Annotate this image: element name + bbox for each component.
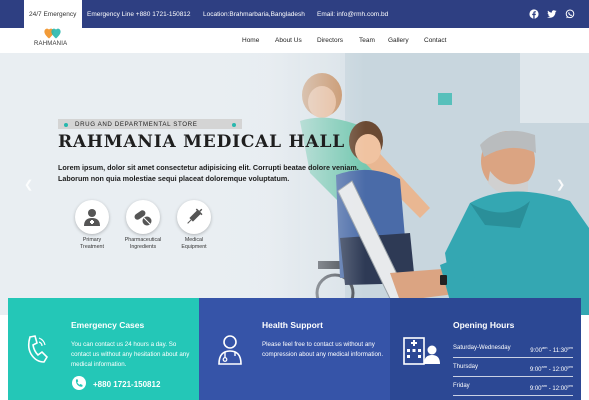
pills-icon <box>134 210 152 226</box>
hero-photo <box>0 53 589 315</box>
feature-label: Equipment <box>181 243 207 250</box>
feature-label: Pharmaceutical <box>124 237 162 243</box>
time-open: 9:00 <box>529 367 542 373</box>
feature-label: Medical <box>184 237 204 243</box>
hours-time: 9:00am - 11:30pm <box>530 345 573 354</box>
pm-label: pm <box>567 345 573 350</box>
bullet-icon <box>64 122 68 127</box>
time-close: 12:00 <box>552 386 568 392</box>
whatsapp-icon[interactable] <box>565 9 575 19</box>
hero-section: ❮ ❯ DRUG AND DEPARTMENTAL STORE RAHMANIA… <box>0 53 589 315</box>
emergency-phone[interactable]: +880 1721-150812 <box>93 380 160 389</box>
pm-label: pm <box>567 364 573 369</box>
hero-title: RAHMANIA MEDICAL HALL <box>58 132 346 152</box>
feature-label: Primary <box>82 237 102 243</box>
facebook-icon[interactable] <box>529 9 539 19</box>
doctor-icon <box>218 335 242 365</box>
feature-medical-equipment[interactable]: Medical Equipment <box>170 200 218 250</box>
emergency-card: Emergency Cases You can contact us 24 ho… <box>8 298 199 400</box>
feature-label: Ingredients <box>129 243 157 250</box>
health-support-card: Health Support Please feel free to conta… <box>199 298 390 400</box>
hero-subtitle-text: DRUG AND DEPARTMENTAL STORE <box>75 121 198 128</box>
opening-hours-card: Opening Hours Saturday-Wednesday 9:00am … <box>390 298 581 400</box>
emergency-text: You can contact us 24 hours a day. So co… <box>71 341 190 368</box>
nav-item-gallery[interactable]: Gallery <box>388 37 409 44</box>
hero-subtitle: DRUG AND DEPARTMENTAL STORE <box>58 119 242 129</box>
hours-time: 9:00am - 12:00pm <box>529 364 573 373</box>
time-close: 12:00 <box>552 367 568 373</box>
time-open: 9:00 <box>530 348 542 354</box>
hearts-logo-icon <box>44 28 61 39</box>
hours-row: Thursday 9:00am - 12:00pm <box>453 358 573 377</box>
phone-icon <box>27 335 48 363</box>
nav-item-team[interactable]: Team <box>359 37 375 44</box>
navbar: RAHMANIA Home About Us Directors Team Ga… <box>0 28 589 53</box>
brand-name: RAHMANIA <box>34 41 68 47</box>
feature-primary-treatment[interactable]: Primary Treatment <box>68 200 116 250</box>
doctor-icon <box>84 209 100 226</box>
emergency-title: Emergency Cases <box>71 320 145 330</box>
support-text: Please feel free to contact us without a… <box>262 341 384 358</box>
phone-circle-icon <box>72 376 86 390</box>
nav-item-contact[interactable]: Contact <box>424 37 446 44</box>
hours-row: Friday 9:00am - 12:00pm <box>453 377 573 396</box>
hours-row: Saturday-Wednesday 9:00am - 11:30pm <box>453 339 573 358</box>
am-label: am <box>541 364 548 369</box>
hours-day: Thursday <box>453 364 479 370</box>
carousel-prev-icon[interactable]: ❮ <box>24 178 33 191</box>
pm-label: pm <box>567 383 573 388</box>
am-label: am <box>541 383 548 388</box>
nav-item-home[interactable]: Home <box>242 37 259 44</box>
feature-label: Treatment <box>80 243 104 250</box>
syringe-icon <box>187 208 203 224</box>
support-title: Health Support <box>262 320 323 330</box>
nav-item-about[interactable]: About Us <box>275 37 302 44</box>
time-open: 9:00 <box>529 386 542 392</box>
hours-day: Friday <box>453 383 470 389</box>
am-label: am <box>541 345 548 350</box>
nav-item-directors[interactable]: Directors <box>317 37 343 44</box>
hours-time: 9:00am - 12:00pm <box>529 383 573 392</box>
location-text: Location:Brahmarbaria,Bangladesh <box>203 11 305 18</box>
top-bar: 24/7 Emergency Emergency Line +880 1721-… <box>0 0 589 28</box>
emergency-line: Emergency Line +880 1721-150812 <box>87 11 191 18</box>
bullet-icon <box>232 122 236 127</box>
hours-title: Opening Hours <box>453 320 515 330</box>
hours-day: Saturday-Wednesday <box>453 345 511 351</box>
feature-pharmaceutical[interactable]: Pharmaceutical Ingredients <box>119 200 167 250</box>
carousel-next-icon[interactable]: ❯ <box>556 178 565 191</box>
email-link[interactable]: Email: info@rmh.com.bd <box>317 11 388 18</box>
time-close: 11:30 <box>552 348 568 354</box>
hero-description: Lorem ipsum, dolor sit amet consectetur … <box>58 163 359 183</box>
hospital-icon <box>403 337 440 365</box>
logo[interactable]: RAHMANIA <box>24 28 82 53</box>
twitter-icon[interactable] <box>547 9 557 19</box>
emergency-badge: 24/7 Emergency <box>24 0 82 28</box>
